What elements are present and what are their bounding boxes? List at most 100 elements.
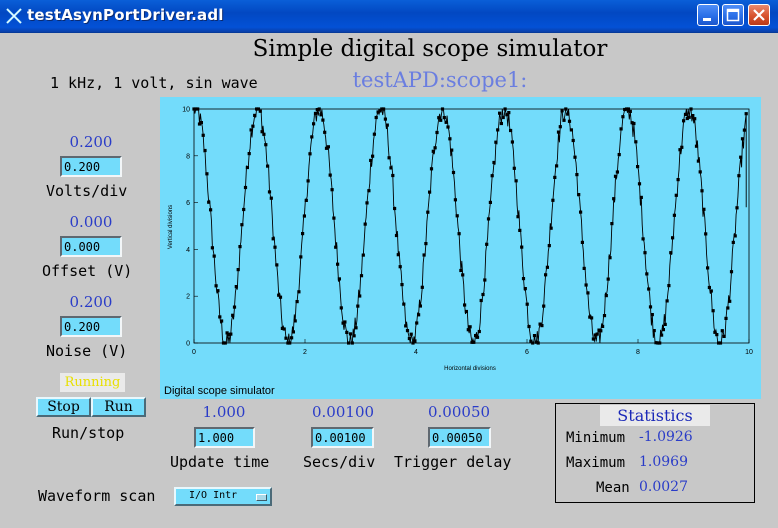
waveform-point: [545, 265, 549, 269]
waveform-point: [501, 115, 505, 120]
waveform-point: [706, 266, 710, 270]
y-tick-label: 10: [182, 107, 190, 114]
waveform-point: [201, 133, 205, 137]
waveform-point: [457, 232, 461, 236]
waveform-point: [319, 113, 323, 117]
waveform-point: [682, 119, 686, 123]
waveform-point: [617, 153, 621, 157]
minimize-button[interactable]: [697, 4, 719, 26]
waveform-point: [665, 299, 669, 303]
waveform-point: [711, 309, 715, 313]
waveform-point: [382, 107, 386, 111]
waveform-point: [326, 145, 330, 149]
waveform-point: [336, 262, 340, 266]
waveform-point: [514, 179, 518, 183]
waveform-point: [479, 298, 483, 303]
waveform-point: [450, 148, 454, 152]
close-button[interactable]: [748, 4, 770, 26]
waveform-point: [661, 328, 665, 332]
waveform-point: [577, 193, 581, 197]
waveform-point: [439, 118, 443, 122]
waveform-point: [531, 341, 535, 345]
waveform-point: [407, 336, 411, 341]
waveform-point: [715, 333, 719, 337]
waveform-point: [601, 324, 605, 328]
waveform-point: [363, 222, 367, 226]
waveform-point: [236, 268, 240, 272]
waveform-line: [193, 107, 747, 344]
waveform-point: [317, 107, 321, 111]
secs-div-input[interactable]: 0.00100: [311, 427, 374, 448]
waveform-point: [297, 290, 301, 294]
waveform-point: [308, 152, 312, 156]
update-time-label: Update time: [170, 453, 270, 471]
waveform-point: [214, 284, 218, 288]
stop-button[interactable]: Stop: [36, 397, 91, 417]
waveform-point: [234, 285, 238, 289]
waveform-point: [284, 336, 288, 340]
waveform-point: [516, 215, 520, 219]
waveform-point: [372, 132, 376, 136]
waveform-point: [652, 329, 656, 333]
waveform-point: [648, 305, 653, 309]
maximize-button[interactable]: [722, 4, 744, 26]
waveform-point: [580, 240, 584, 244]
waveform-point: [461, 273, 465, 277]
waveform-point: [354, 326, 358, 330]
waveform-point: [290, 336, 294, 340]
waveform-point: [579, 210, 583, 214]
waveform-point: [615, 170, 619, 174]
waveform-point: [510, 140, 514, 144]
waveform-point: [667, 284, 671, 288]
secs-div-label: Secs/div: [303, 453, 376, 471]
run-status-indicator: Running: [60, 373, 125, 392]
waveform-point: [608, 256, 612, 260]
pv-prefix-label: testAPD:scope1:: [352, 68, 528, 92]
waveform-point: [429, 167, 434, 171]
waveform-point: [391, 173, 395, 178]
waveform-point: [404, 324, 408, 328]
waveform-point: [582, 266, 586, 270]
waveform-point: [553, 175, 557, 179]
waveform-point: [253, 113, 257, 117]
waveform-point: [602, 314, 607, 318]
waveform-point: [483, 278, 487, 282]
waveform-point: [551, 198, 555, 202]
waveform-point: [347, 341, 351, 345]
x-tick-label: 8: [636, 349, 640, 356]
waveform-point: [398, 265, 402, 269]
waveform-point: [420, 285, 424, 289]
waveform-point: [573, 155, 577, 159]
waveform-point: [400, 283, 404, 287]
noise-input[interactable]: 0.200: [60, 316, 122, 337]
waveform-point: [312, 122, 316, 126]
waveform-point: [251, 124, 255, 128]
waveform-point: [693, 117, 697, 121]
waveform-scan-menu[interactable]: I/O Intr: [174, 487, 272, 506]
window-title: testAsynPortDriver.adl: [27, 6, 224, 24]
waveform-point: [696, 159, 700, 163]
waveform-point: [499, 121, 503, 126]
waveform-point: [302, 214, 306, 218]
waveform-point: [433, 146, 437, 150]
waveform-point: [282, 327, 286, 331]
update-time-input[interactable]: 1.000: [194, 427, 255, 448]
y-tick-label: 8: [186, 153, 190, 160]
waveform-point: [415, 321, 419, 325]
maximum-label: Maximum: [566, 455, 626, 471]
trigger-delay-input[interactable]: 0.00050: [428, 427, 491, 448]
waveform-point: [418, 304, 422, 308]
waveform-point: [264, 143, 268, 147]
offset-input[interactable]: 0.000: [60, 236, 122, 257]
waveform-point: [481, 292, 485, 297]
waveform-point: [472, 340, 476, 344]
waveform-point: [724, 316, 728, 320]
run-button[interactable]: Run: [91, 397, 146, 417]
waveform-point: [612, 197, 616, 201]
waveform-point: [463, 303, 467, 307]
volts-div-input[interactable]: 0.200: [60, 156, 122, 177]
waveform-point: [523, 287, 527, 291]
waveform-point: [435, 130, 439, 135]
waveform-point: [709, 289, 713, 293]
waveform-point: [231, 313, 235, 317]
